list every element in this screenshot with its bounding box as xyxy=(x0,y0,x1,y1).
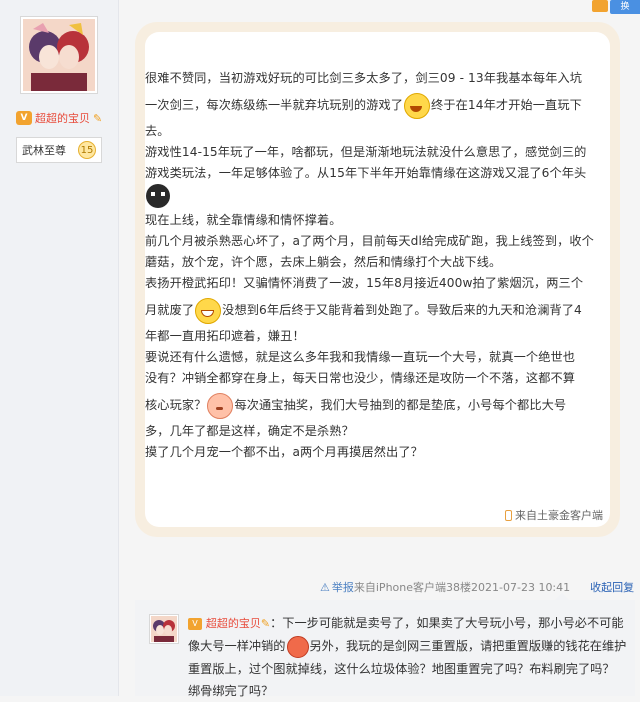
post-line: 蘑菇，放个宠，许个愿，去床上躺会，然后和情缘打个大战下线。 xyxy=(145,255,502,269)
reply-line: 绑骨绑完了吗？ xyxy=(188,683,274,698)
think-emoji xyxy=(207,392,234,419)
post-line: 游戏性14-15年玩了一年，啥都玩，但是渐渐地玩法就没什么意思了，感觉剑三的 xyxy=(145,145,587,159)
post-line: 年都一直用拓印遮着，嫌丑！ xyxy=(145,329,305,343)
level-badge: 15 xyxy=(78,141,96,159)
dark-face-emoji xyxy=(146,184,170,208)
post-line: 现在上线，就全靠情缘和情怀撑着。 xyxy=(145,213,342,227)
post-line: 核心玩家？ 每次通宝抽奖，我们大号抽到的都是垫底，小号每个都比大号 xyxy=(145,389,605,421)
post-meta: ⚠ 举报 来自iPhone客户端 38楼 2021-07-23 10:41 收起… xyxy=(320,578,634,596)
ribbon-icon: ✎ xyxy=(93,111,103,125)
reply-content: V 超超的宝贝✎：下一步可能就是卖号了，如果卖了大号玩小号，那小号必不可能 像大… xyxy=(188,612,633,702)
post-line: 多，几年了都是这样，确定不是杀熟？ xyxy=(145,424,354,438)
post-line: 去。 xyxy=(145,124,170,138)
floor-number: 38楼 xyxy=(446,581,472,594)
reply-username[interactable]: 超超的宝贝 xyxy=(206,617,261,630)
collapse-reply-button[interactable]: 收起回复 xyxy=(590,579,634,595)
reply-section: V 超超的宝贝✎：下一步可能就是卖号了，如果卖了大号玩小号，那小号必不可能 像大… xyxy=(135,593,635,698)
reply-avatar[interactable] xyxy=(149,614,179,644)
post-line: 月就废了 没想到6年后终于又能背着到处跑了。导致后来的九天和沧澜背了4 xyxy=(145,294,605,326)
post-line: 一次剑三，每次练级练一半就弃坑玩别的游戏了 终于在14年才开始一直玩下 xyxy=(145,89,605,121)
post-line: 摸了几个月宠一个都不出，a两个月再摸居然出了？ xyxy=(145,445,423,459)
report-button[interactable]: ⚠ 举报 xyxy=(320,579,354,595)
reply-line: V 超超的宝贝✎：下一步可能就是卖号了，如果卖了大号玩小号，那小号必不可能 xyxy=(188,612,633,635)
post-line: 要说还有什么遗憾，就是这么多年我和我情缘一直玩一个大号，就真一个绝世也 xyxy=(145,350,576,364)
author-level[interactable]: 武林至尊 15 xyxy=(16,137,102,163)
post-line: 前几个月被杀熟恶心坏了，a了两个月，目前每天dl给完成矿跑，我上线签到，收个 xyxy=(145,234,594,248)
post-source: 来自iPhone客户端 xyxy=(353,581,447,594)
report-label: 举报 xyxy=(331,581,354,594)
top-strip: 换 xyxy=(560,0,640,14)
reply-avatar-image xyxy=(151,616,177,642)
vip-icon: V xyxy=(188,617,202,630)
ribbon-icon: ✎ xyxy=(260,617,271,630)
vip-icon: V xyxy=(16,111,32,125)
red-face-emoji xyxy=(286,635,309,658)
post-line: 没有？冲销全都穿在身上，每天日常也没少，情缘还是攻防一个不落，这都不算 xyxy=(145,371,576,385)
author-title: 武林至尊 xyxy=(22,144,66,157)
phone-icon xyxy=(505,509,512,521)
author-sidebar: V 超超的宝贝 ✎ 武林至尊 15 xyxy=(0,0,119,696)
author-name-row: V 超超的宝贝 ✎ xyxy=(16,110,116,126)
post-line: 游戏类玩法，一年足够体验了。从15年下半年开始靠情缘在这游戏又混了6个年头 xyxy=(145,166,587,180)
grin-emoji xyxy=(195,297,222,324)
client-tag[interactable]: 来自土豪金客户端 xyxy=(505,507,603,523)
post-content: 很难不赞同，当初游戏好玩的可比剑三多太多了，剑三09 - 13年我基本每年入坑 … xyxy=(145,64,605,463)
laugh-emoji xyxy=(404,92,431,119)
avatar[interactable] xyxy=(20,16,98,94)
top-action-button[interactable]: 换 xyxy=(610,0,640,14)
client-tag-label: 来自土豪金客户端 xyxy=(515,509,603,522)
reply-line: 像大号一样冲销的 另外，我玩的是剑网三重置版，请把重置版赚的钱花在维护 xyxy=(188,635,633,658)
post-line: 很难不赞同，当初游戏好玩的可比剑三多太多了，剑三09 - 13年我基本每年入坑 xyxy=(145,71,583,85)
post-line: 表扬开橙武拓印！又骗情怀消费了一波，15年8月接近400w拍了紫烟沉，两三个 xyxy=(145,276,584,290)
warn-icon: ⚠ xyxy=(320,580,330,594)
post-datetime: 2021-07-23 10:41 xyxy=(471,580,571,594)
vip-icon xyxy=(592,0,608,12)
reply-line: 重置版上，过个图就掉线，这什么垃圾体验？地图重置完了吗？布料刷完了吗？ xyxy=(188,661,615,676)
avatar-image xyxy=(23,19,95,91)
post-line xyxy=(145,184,605,210)
author-name[interactable]: 超超的宝贝 xyxy=(35,110,90,126)
